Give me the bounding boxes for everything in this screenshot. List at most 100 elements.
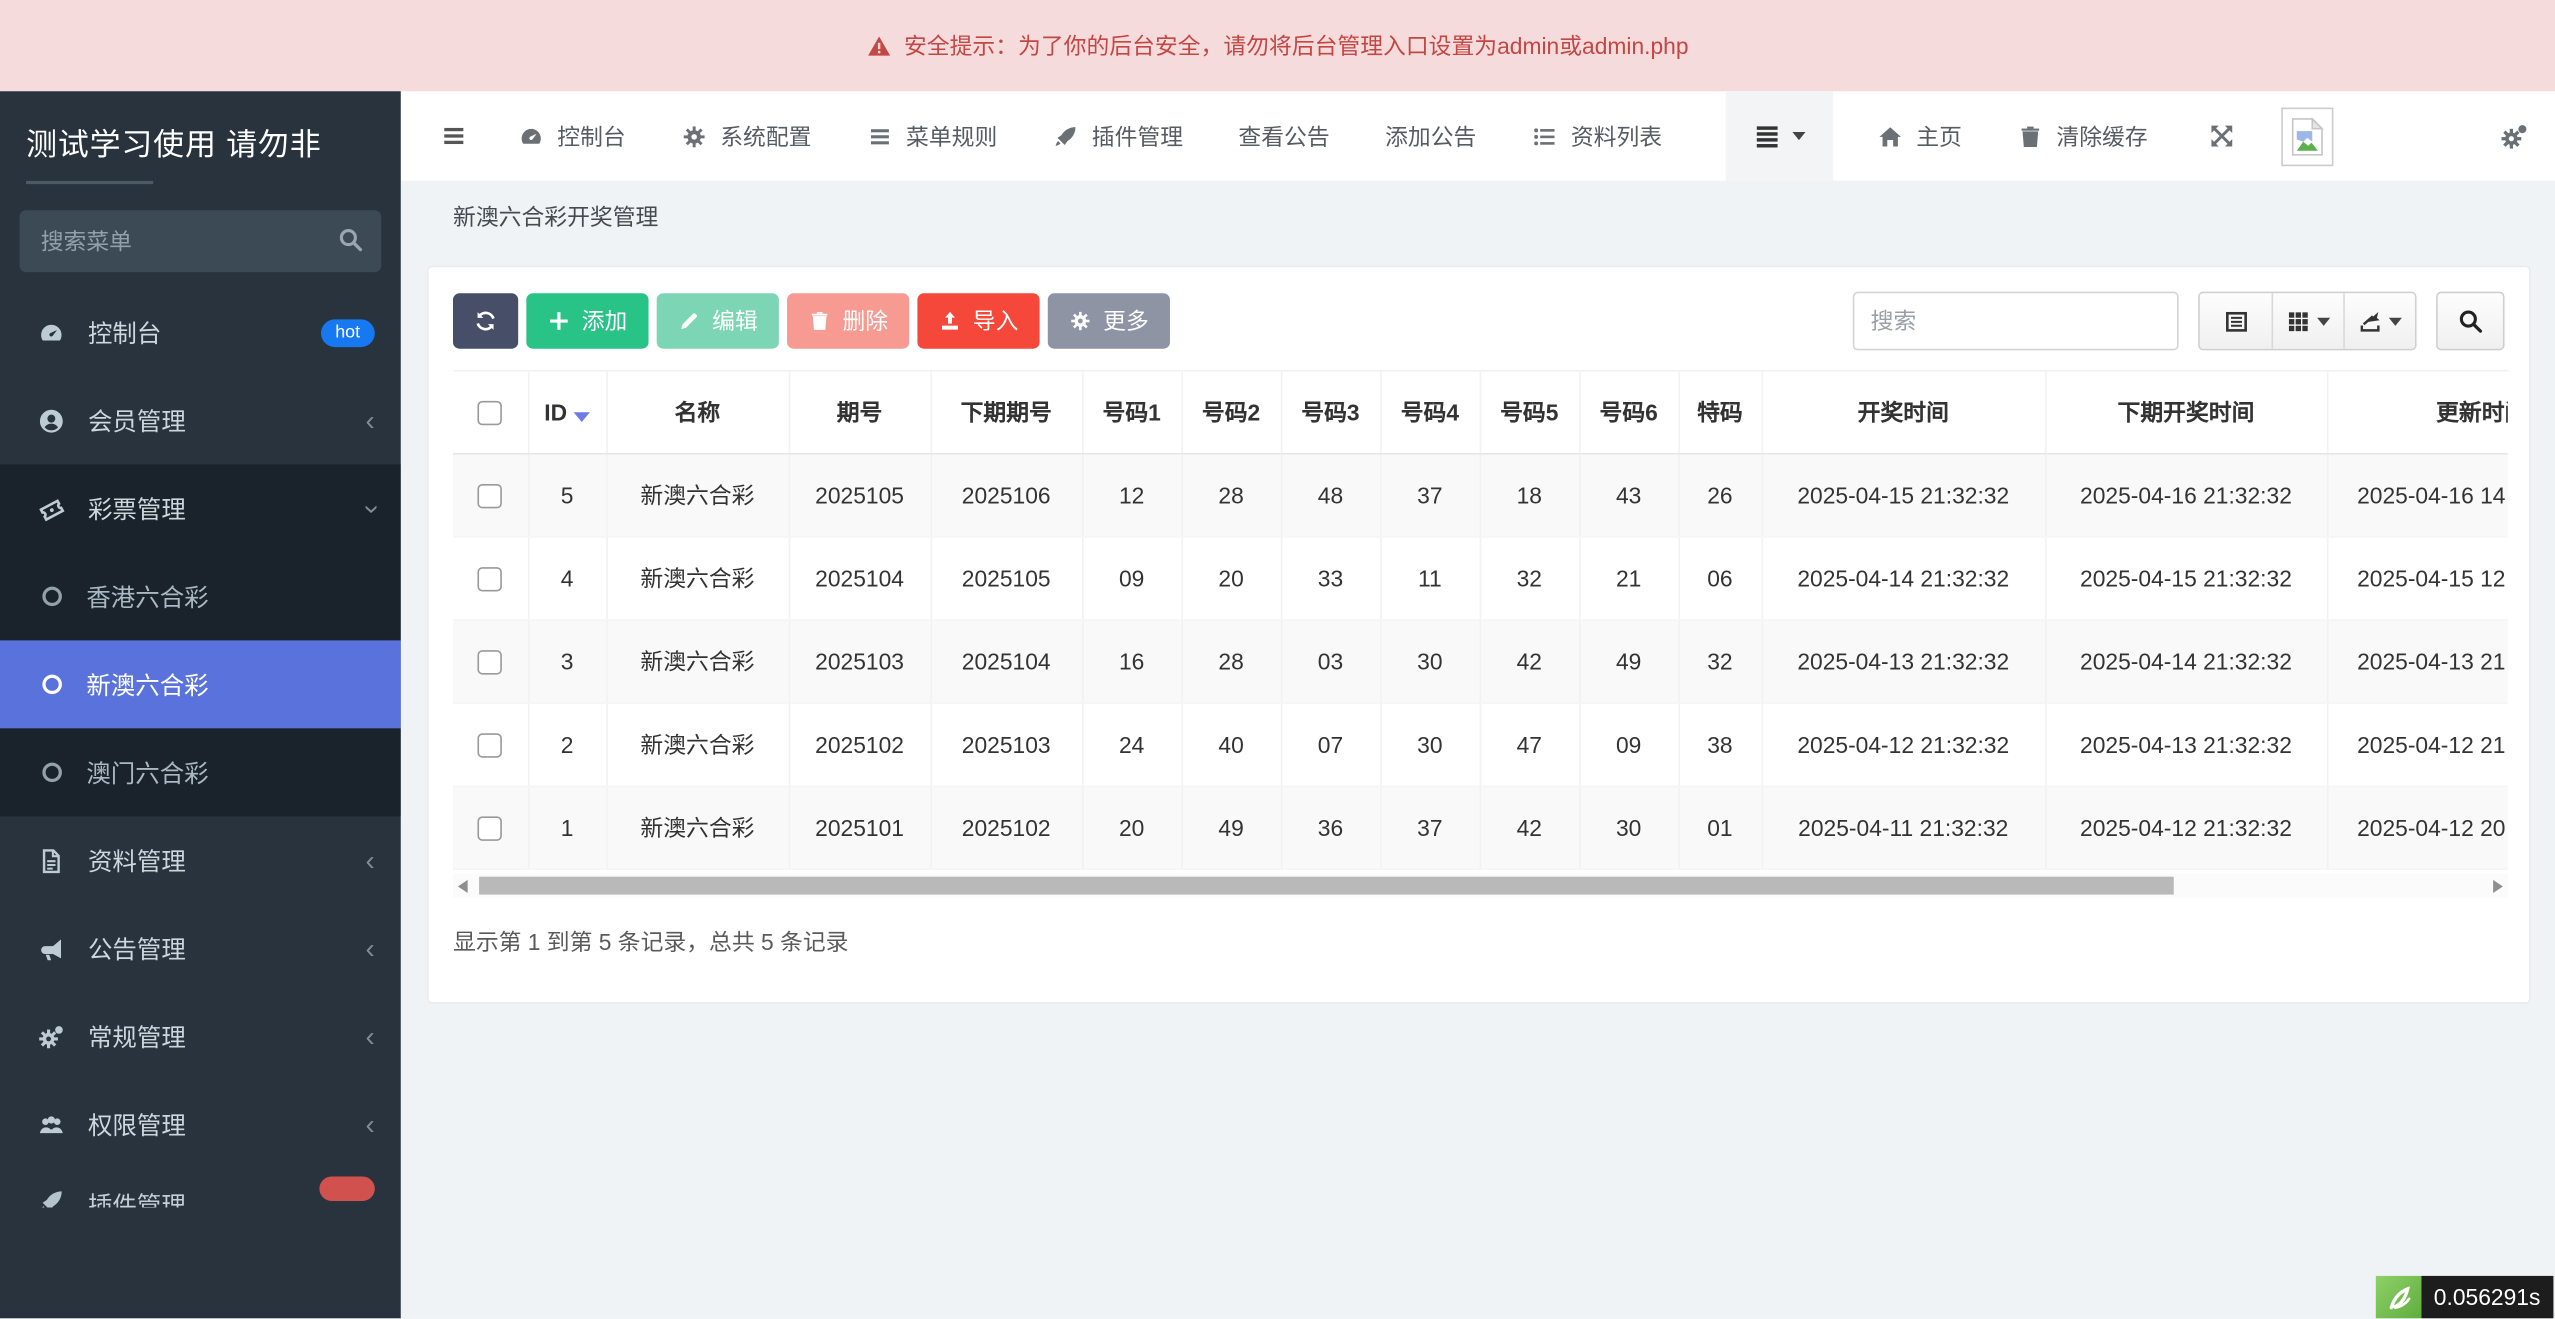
columns-button[interactable] <box>2272 293 2344 348</box>
gauge-icon <box>518 123 544 149</box>
table-row[interactable]: 3新澳六合彩20251032025104162803304249322025-0… <box>453 620 2508 703</box>
sidebar-item-general-manage[interactable]: 常规管理‹ <box>0 992 401 1080</box>
menu-search-input[interactable] <box>20 210 382 272</box>
site-title: 测试学习使用 请勿非 <box>0 91 401 164</box>
file-icon <box>33 847 69 875</box>
sidebar-item-label: 彩票管理 <box>88 491 186 525</box>
scroll-left-arrow[interactable] <box>458 879 468 892</box>
table-row[interactable]: 4新澳六合彩20251042025105092033113221062025-0… <box>453 537 2508 620</box>
row-checkbox[interactable] <box>478 485 502 509</box>
sidebar-item-member-manage[interactable]: 会员管理‹ <box>0 376 401 464</box>
nav-tab-console[interactable]: 控制台 <box>490 91 653 181</box>
table-cell: 43 <box>1579 454 1678 537</box>
export-button[interactable] <box>2343 293 2415 348</box>
sidebar-item-label: 插件管理 <box>88 1188 186 1208</box>
col-header: 下期开奖时间 <box>2045 371 2327 454</box>
detail-view-button[interactable] <box>2200 293 2272 348</box>
nav-tab-data-list[interactable]: 资料列表 <box>1504 91 1690 181</box>
sidebar-item-notice-manage[interactable]: 公告管理‹ <box>0 904 401 992</box>
security-alert-banner: 安全提示：为了你的后台安全，请勿将后台管理入口设置为admin或admin.ph… <box>0 0 2555 91</box>
search-button[interactable] <box>2436 292 2504 351</box>
tabs-dropdown-button[interactable] <box>1726 91 1834 181</box>
sidebar: 测试学习使用 请勿非 控制台hot会员管理‹彩票管理‹香港六合彩新澳六合彩澳门六… <box>0 91 401 1318</box>
checkbox-cell <box>453 786 528 869</box>
row-checkbox[interactable] <box>478 734 502 758</box>
sidebar-toggle-button[interactable] <box>401 91 491 181</box>
sidebar-item-addon-manage[interactable]: 插件管理 <box>0 1168 401 1207</box>
row-checkbox[interactable] <box>478 568 502 592</box>
rocket-icon <box>33 1188 69 1208</box>
rocket-icon <box>1053 123 1079 149</box>
select-all-checkbox[interactable] <box>478 401 502 425</box>
table-cell: 2 <box>528 703 606 786</box>
table-cell: 新澳六合彩 <box>606 703 789 786</box>
home-button[interactable]: 主页 <box>1849 91 1989 181</box>
page-title: 新澳六合彩开奖管理 <box>401 181 2555 253</box>
col-header: 开奖时间 <box>1761 371 2045 454</box>
sidebar-item-label: 香港六合彩 <box>86 579 208 613</box>
nav-tab-menu-rules[interactable]: 菜单规则 <box>839 91 1025 181</box>
settings-gears-icon[interactable] <box>2500 121 2555 150</box>
table-row[interactable]: 2新澳六合彩20251022025103244007304709382025-0… <box>453 703 2508 786</box>
sidebar-item-auth-manage[interactable]: 权限管理‹ <box>0 1080 401 1168</box>
sidebar-item-xinao-lottery[interactable]: 新澳六合彩 <box>0 640 401 728</box>
table-cell: 5 <box>528 454 606 537</box>
delete-button[interactable]: 删除 <box>787 293 909 348</box>
table-search-input[interactable] <box>1853 292 2179 351</box>
sidebar-item-data-manage[interactable]: 资料管理‹ <box>0 816 401 904</box>
plus-icon <box>548 310 571 333</box>
table-cell: 48 <box>1281 454 1380 537</box>
row-checkbox[interactable] <box>478 651 502 675</box>
main-content: 新澳六合彩开奖管理 添加 编辑 删除 <box>401 181 2555 1318</box>
sidebar-item-dashboard[interactable]: 控制台hot <box>0 288 401 376</box>
col-header: 号码5 <box>1480 371 1579 454</box>
col-header: 下期期号 <box>930 371 1082 454</box>
nav-tab-add-notice[interactable]: 添加公告 <box>1357 91 1504 181</box>
table-cell: 30 <box>1579 786 1678 869</box>
admin-app: 安全提示：为了你的后台安全，请勿将后台管理入口设置为admin或admin.ph… <box>0 0 2555 1318</box>
circle-o-icon <box>42 587 62 607</box>
thinkphp-leaf-icon[interactable] <box>2375 1276 2421 1318</box>
home-label: 主页 <box>1916 120 1962 153</box>
clear-cache-button[interactable]: 清除缓存 <box>1990 91 2176 181</box>
sidebar-item-hk-lottery[interactable]: 香港六合彩 <box>0 552 401 640</box>
edit-button[interactable]: 编辑 <box>657 293 779 348</box>
table-cell: 20 <box>1082 786 1181 869</box>
table-row[interactable]: 5新澳六合彩20251052025106122848371843262025-0… <box>453 454 2508 537</box>
table-toolbar: 添加 编辑 删除 导入 更多 <box>453 292 2505 351</box>
caret-down-icon <box>2317 317 2330 325</box>
nav-tab-addon-manage[interactable]: 插件管理 <box>1025 91 1211 181</box>
table-cell: 2025-04-16 14 <box>2327 454 2508 537</box>
avatar[interactable] <box>2281 107 2333 166</box>
nav-tab-view-notice[interactable]: 查看公告 <box>1211 91 1358 181</box>
col-header[interactable]: ID <box>528 371 606 454</box>
table-cell: 49 <box>1579 620 1678 703</box>
table-cell: 2025103 <box>930 703 1082 786</box>
more-button[interactable]: 更多 <box>1048 293 1170 348</box>
nav-tab-label: 系统配置 <box>720 120 811 153</box>
table-cell: 2025102 <box>789 703 931 786</box>
nav-tab-system-config[interactable]: 系统配置 <box>653 91 839 181</box>
table-row[interactable]: 1新澳六合彩20251012025102204936374230012025-0… <box>453 786 2508 869</box>
scroll-right-arrow[interactable] <box>2493 879 2503 892</box>
scrollbar-thumb[interactable] <box>479 877 2174 895</box>
table-cell: 新澳六合彩 <box>606 786 789 869</box>
table-cell: 37 <box>1380 786 1479 869</box>
table-cell: 2025-04-14 21:32:32 <box>2045 620 2327 703</box>
add-button[interactable]: 添加 <box>526 293 648 348</box>
refresh-button[interactable] <box>453 293 518 348</box>
sidebar-item-lottery-manage[interactable]: 彩票管理‹ <box>0 464 401 552</box>
fullscreen-button[interactable] <box>2185 91 2258 181</box>
trash-icon <box>808 310 831 333</box>
import-button[interactable]: 导入 <box>917 293 1039 348</box>
table-cell: 2025105 <box>789 454 931 537</box>
sidebar-item-macau-lottery[interactable]: 澳门六合彩 <box>0 728 401 816</box>
import-label: 导入 <box>973 305 1019 338</box>
caret-down-icon <box>1792 132 1805 140</box>
table-cell: 49 <box>1181 786 1280 869</box>
table-cell: 2025103 <box>789 620 931 703</box>
row-checkbox[interactable] <box>478 817 502 841</box>
nav-tabs: 控制台 系统配置菜单规则插件管理查看公告添加公告资料列表 <box>490 91 1689 181</box>
menu-search <box>20 210 382 272</box>
chevron-left-icon: ‹ <box>366 407 375 435</box>
